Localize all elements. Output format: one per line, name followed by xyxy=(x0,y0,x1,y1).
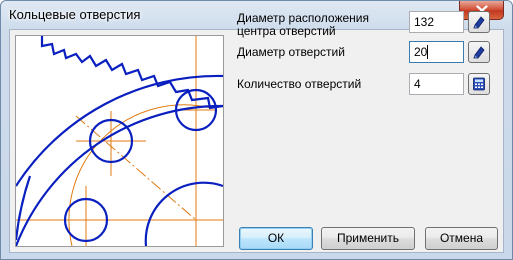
window-title: Кольцевые отверстия xyxy=(9,7,141,22)
hub-circle-arc xyxy=(144,181,223,246)
text-caret xyxy=(427,45,429,59)
dialog-window: Кольцевые отверстия Диаметр расположения… xyxy=(0,0,513,260)
hole-diameter-input[interactable]: 20 xyxy=(409,41,464,63)
hole-count-label: Количество отверстий xyxy=(237,77,362,91)
pick-from-drawing-icon xyxy=(473,46,485,59)
diagonal-centerline xyxy=(75,115,197,221)
center-diameter-pick-button[interactable] xyxy=(468,11,490,33)
hole-pattern-preview xyxy=(15,35,224,247)
hole-diameter-label: Диаметр отверстий xyxy=(237,45,345,59)
gear-rim-arc xyxy=(16,104,223,246)
pitch-circle-arc xyxy=(68,104,212,246)
pick-from-drawing-icon xyxy=(473,16,485,29)
hole-diameter-value: 20 xyxy=(414,45,428,59)
hole-diameter-pick-button[interactable] xyxy=(468,41,490,63)
center-diameter-input[interactable]: 132 xyxy=(409,11,464,33)
center-diameter-label: Диаметр расположения центра отверстий xyxy=(237,11,369,38)
apply-button[interactable]: Применить xyxy=(321,227,415,250)
cancel-button[interactable]: Отмена xyxy=(425,227,498,250)
hole-count-calc-button[interactable] xyxy=(468,73,490,95)
calculator-icon xyxy=(473,77,485,91)
hole-count-input[interactable]: 4 xyxy=(409,73,464,95)
ok-button[interactable]: ОК xyxy=(239,227,313,250)
